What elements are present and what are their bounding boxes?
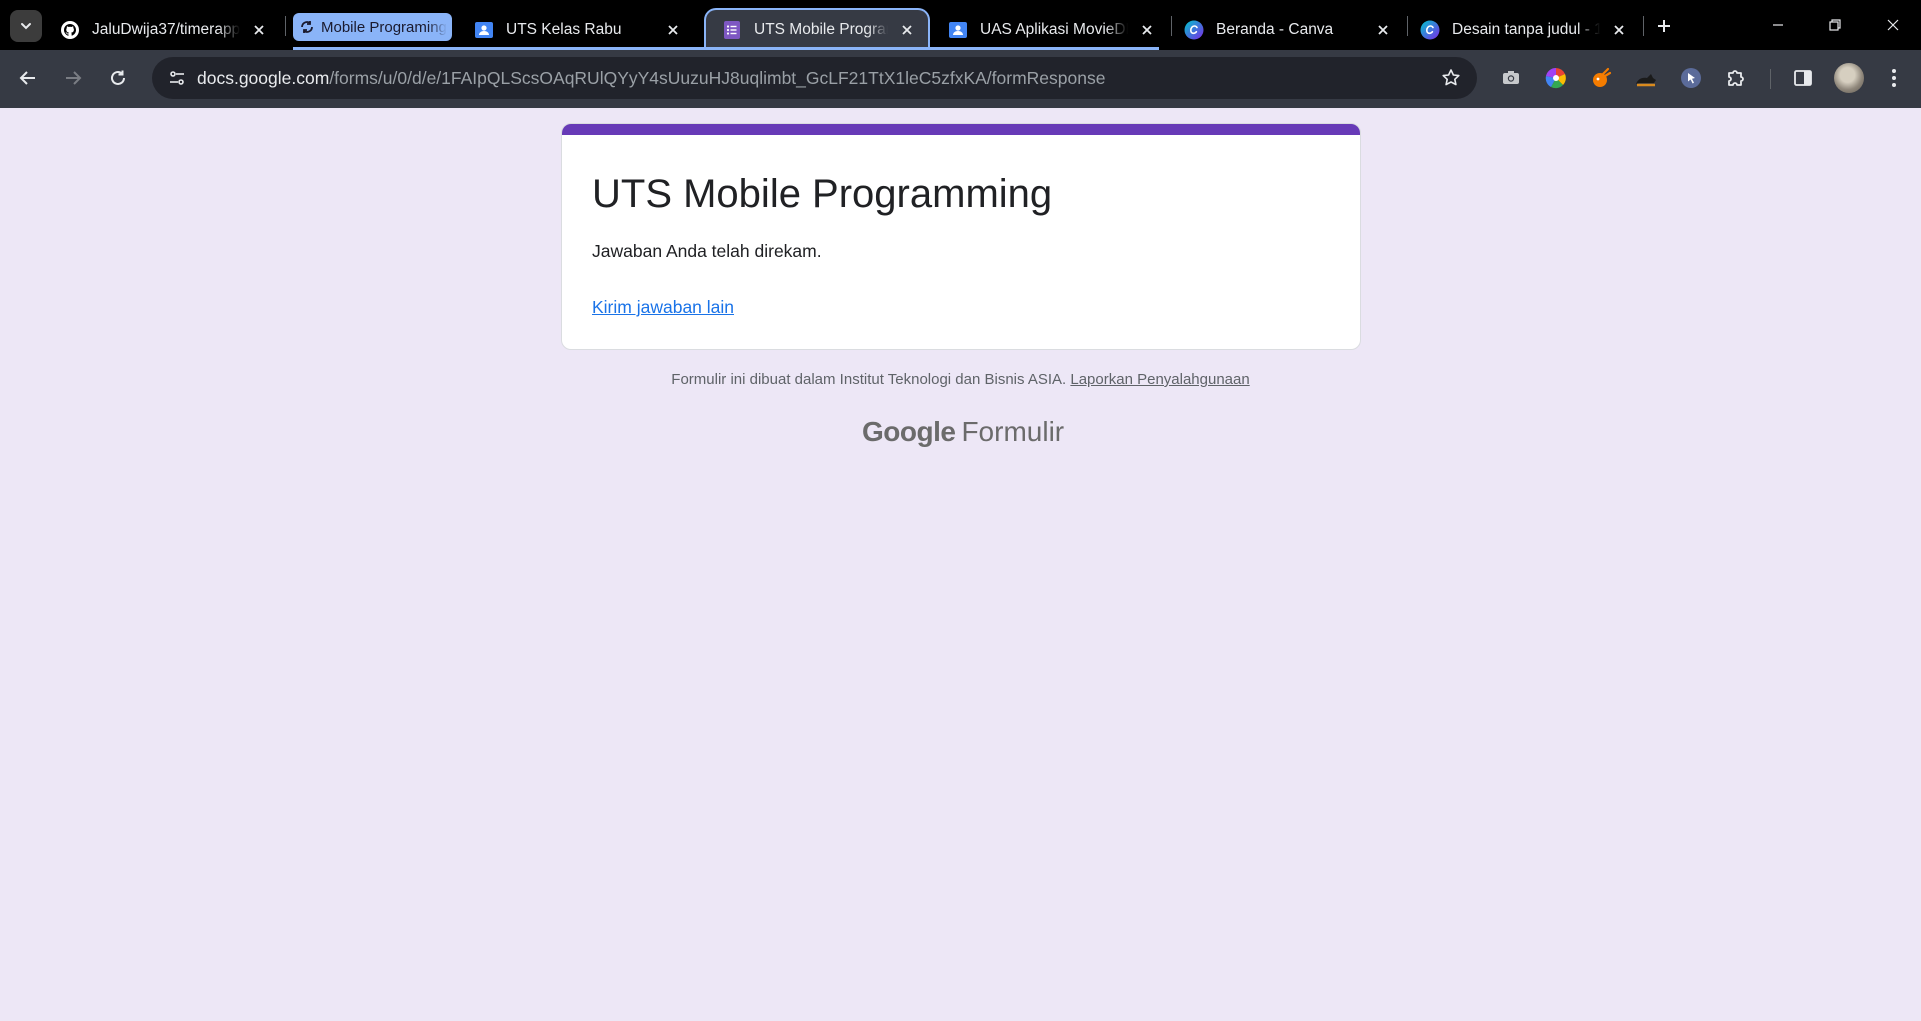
sync-icon [297, 17, 317, 37]
plus-icon [1658, 20, 1670, 32]
tab-title: Desain tanpa judul - 1 [1452, 20, 1600, 38]
site-info-button[interactable] [160, 61, 194, 95]
restore-button[interactable] [1812, 8, 1858, 42]
new-tab-button[interactable] [1650, 12, 1678, 40]
arrow-left-icon [19, 71, 35, 85]
tab-beranda-canva[interactable]: Beranda - Canva [1168, 9, 1404, 50]
star-icon [1442, 69, 1460, 86]
minimize-icon [1773, 24, 1783, 26]
footer-note: Formulir ini dibuat dalam Institut Tekno… [671, 371, 1067, 388]
toolbar-separator [1770, 69, 1771, 89]
more-menu-button[interactable] [1879, 63, 1909, 93]
response-card: UTS Mobile Programming Jawaban Anda tela… [561, 123, 1361, 350]
orange-extension-icon[interactable] [1586, 63, 1616, 93]
back-button[interactable] [11, 61, 45, 95]
close-icon [1887, 19, 1899, 31]
close-icon[interactable] [1372, 19, 1394, 41]
restore-icon [1829, 19, 1841, 31]
close-icon[interactable] [1608, 19, 1630, 41]
side-panel-icon[interactable] [1788, 63, 1818, 93]
google-classroom-icon [948, 20, 968, 40]
forms-wordmark: Formulir [961, 416, 1065, 447]
tab-search-button[interactable] [10, 10, 42, 42]
close-window-button[interactable] [1870, 8, 1916, 42]
url-path: /forms/u/0/d/e/1FAIpQLScsOAqRUlQYyY4sUuz… [329, 68, 1106, 88]
tab-title: JaluDwija37/timerapp [92, 20, 240, 38]
tab-github[interactable]: JaluDwija37/timerapp [44, 9, 280, 50]
tab-group-chip[interactable]: Mobile Programing [293, 13, 452, 41]
form-footer: Formulir ini dibuat dalam Institut Tekno… [0, 371, 1921, 388]
form-accent-bar [562, 124, 1360, 135]
profile-avatar[interactable] [1834, 63, 1864, 93]
tab-separator [285, 16, 286, 36]
github-icon [60, 20, 80, 40]
puzzle-icon[interactable] [1721, 63, 1751, 93]
tab-uas-aplikasi-moviedb[interactable]: UAS Aplikasi MovieDB [932, 9, 1168, 50]
cat-extension-icon[interactable] [1631, 63, 1661, 93]
tab-strip: JaluDwija37/timerapp Mobile Programing U… [0, 0, 1921, 50]
canva-icon [1184, 20, 1204, 40]
url-text[interactable]: docs.google.com/forms/u/0/d/e/1FAIpQLScs… [197, 68, 1105, 89]
google-classroom-icon [474, 20, 494, 40]
tab-desain-tanpa-judul[interactable]: Desain tanpa judul - 1 [1404, 9, 1640, 50]
tab-separator [1643, 16, 1644, 36]
google-wordmark: Google [862, 416, 956, 447]
tab-title: UTS Mobile Programming [754, 21, 888, 38]
color-wheel-icon[interactable] [1541, 63, 1571, 93]
reload-icon [111, 70, 125, 85]
address-bar[interactable]: docs.google.com/forms/u/0/d/e/1FAIpQLScs… [152, 57, 1477, 99]
submit-another-response-link[interactable]: Kirim jawaban lain [592, 297, 734, 318]
close-icon[interactable] [1136, 19, 1158, 41]
tune-icon [170, 71, 184, 85]
browser-toolbar: docs.google.com/forms/u/0/d/e/1FAIpQLScs… [0, 50, 1921, 108]
tab-title: Beranda - Canva [1216, 20, 1334, 38]
close-icon[interactable] [662, 19, 684, 41]
report-abuse-link[interactable]: Laporkan Penyalahgunaan [1070, 371, 1249, 388]
form-title: UTS Mobile Programming [592, 172, 1053, 216]
url-host: docs.google.com [197, 68, 330, 88]
canva-icon [1420, 20, 1440, 40]
cursor-extension-icon[interactable] [1676, 63, 1706, 93]
close-icon[interactable] [896, 19, 918, 41]
tab-group-title: Mobile Programing [321, 18, 447, 36]
kebab-menu-icon [1892, 69, 1896, 87]
google-forms-logo[interactable]: Google Formulir [862, 416, 1064, 448]
close-icon[interactable] [248, 19, 270, 41]
camera-icon[interactable] [1496, 63, 1526, 93]
google-forms-icon [722, 20, 742, 40]
tab-title: UAS Aplikasi MovieDB [980, 20, 1128, 38]
tab-title: UTS Kelas Rabu [506, 20, 622, 38]
tab-uts-mobile-programming[interactable]: UTS Mobile Programming [704, 8, 930, 50]
page-content: UTS Mobile Programming Jawaban Anda tela… [0, 108, 1921, 1021]
chevron-down-icon [21, 23, 31, 30]
reload-button[interactable] [101, 61, 135, 95]
tab-uts-kelas-rabu[interactable]: UTS Kelas Rabu [458, 9, 694, 50]
bookmark-star-button[interactable] [1439, 66, 1463, 90]
confirmation-message: Jawaban Anda telah direkam. [592, 241, 822, 261]
arrow-right-icon [66, 71, 82, 85]
minimize-button[interactable] [1755, 8, 1801, 42]
forward-button[interactable] [56, 61, 90, 95]
